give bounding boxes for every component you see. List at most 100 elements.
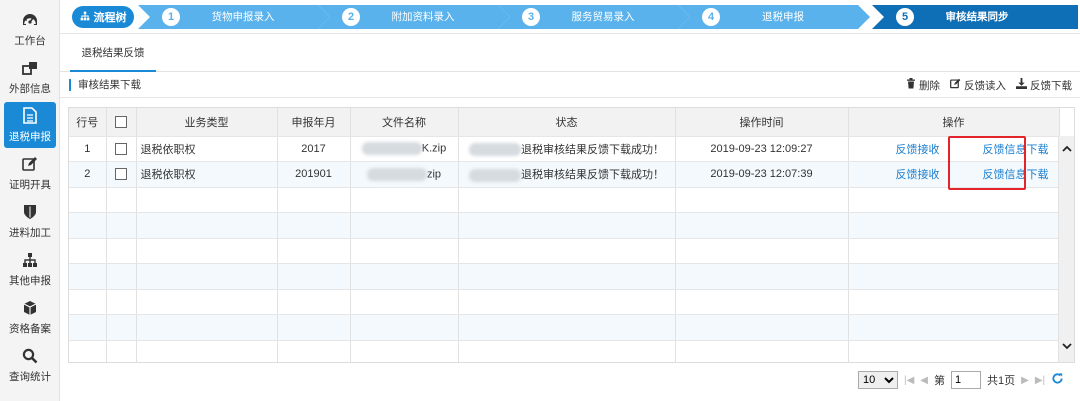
feedback-download-button[interactable]: 反馈下载 — [1016, 78, 1072, 93]
step-service-trade-entry[interactable]: 3 服务贸易录入 — [498, 5, 690, 29]
chevron-up-icon[interactable] — [1059, 140, 1074, 156]
redacted-file-name — [366, 167, 427, 181]
declare-period: 2017 — [277, 136, 351, 162]
select-all-checkbox[interactable] — [115, 115, 127, 128]
feedback-receive-link[interactable]: 反馈接收 — [896, 141, 940, 157]
shield-icon — [21, 203, 39, 221]
delete-button[interactable]: 删除 — [906, 78, 940, 93]
col-header-select-all — [106, 108, 137, 137]
step-goods-entry[interactable]: 1 货物申报录入 — [138, 5, 330, 29]
empty-row — [69, 212, 1060, 239]
file-name-suffix: K.zip — [421, 142, 447, 155]
col-header-status: 状态 — [458, 108, 676, 137]
table-scrollbar[interactable] — [1058, 136, 1074, 362]
sitemap-icon — [80, 11, 90, 24]
row-number: 2 — [69, 161, 107, 188]
step-label: 服务贸易录入 — [571, 11, 635, 23]
pagination: 10 |◀ ◀ 第 共1页 ▶ ▶| — [858, 370, 1064, 390]
first-page-icon[interactable]: |◀ — [904, 375, 914, 386]
status-text: 退税审核结果反馈下载成功！ — [521, 169, 664, 182]
sidebar-item-label: 其他申报 — [9, 274, 51, 287]
step-audit-result-sync[interactable]: 5 审核结果同步 — [872, 5, 1078, 29]
section-title: 审核结果下载 — [78, 79, 141, 91]
step-label: 货物申报录入 — [211, 11, 275, 23]
edit-icon — [21, 155, 39, 173]
prev-page-icon[interactable]: ◀ — [920, 375, 928, 386]
last-page-icon[interactable]: ▶| — [1035, 375, 1045, 386]
business-type: 退税依职权 — [136, 161, 278, 188]
redacted-file-name — [361, 142, 422, 156]
tab-bar: 退税结果反馈 — [60, 34, 1080, 72]
file-name-cell: K.zip — [350, 136, 459, 162]
page-prefix: 第 — [934, 375, 945, 387]
table-row[interactable]: 1 退税依职权 2017 K.zip 退税审核结果反馈下载成功！ 2019-09… — [69, 136, 1060, 162]
step-number: 3 — [522, 8, 540, 26]
sidebar-item-certificate[interactable]: 证明开具 — [4, 150, 56, 196]
sidebar: 工作台 外部信息 退税申报 证明开具 进料加工 其他申报 资格备案 查询统计 — [0, 0, 60, 401]
row-select-cell — [106, 136, 137, 162]
sidebar-item-processing[interactable]: 进料加工 — [4, 198, 56, 244]
row-checkbox[interactable] — [115, 168, 127, 181]
sidebar-item-label: 资格备案 — [9, 322, 51, 335]
flow-tree-button[interactable]: 流程树 — [72, 6, 134, 28]
declare-period: 201901 — [277, 161, 351, 188]
empty-row — [69, 238, 1060, 264]
sidebar-item-query[interactable]: 查询统计 — [4, 342, 56, 388]
feedback-download-label: 反馈下载 — [1030, 79, 1072, 92]
delete-label: 删除 — [919, 79, 940, 92]
row-checkbox[interactable] — [115, 142, 127, 155]
search-icon — [21, 347, 39, 365]
toolbar: 删除 反馈读入 反馈下载 — [906, 72, 1072, 98]
refresh-icon[interactable] — [1051, 372, 1064, 388]
col-header-business-type: 业务类型 — [136, 108, 278, 137]
col-header-operations: 操作 — [848, 108, 1060, 137]
step-label: 附加资料录入 — [391, 11, 455, 23]
step-tax-refund-declare[interactable]: 4 退税申报 — [678, 5, 870, 29]
col-header-row-number: 行号 — [69, 108, 107, 137]
redacted-status-prefix — [469, 143, 521, 157]
business-type: 退税依职权 — [136, 136, 278, 162]
row-select-cell — [106, 161, 137, 188]
feedback-read-button[interactable]: 反馈读入 — [950, 78, 1006, 93]
sidebar-item-label: 证明开具 — [9, 178, 51, 191]
flow-tree-label: 流程树 — [93, 12, 127, 24]
sidebar-item-label: 查询统计 — [9, 370, 51, 383]
sidebar-item-tax-refund[interactable]: 退税申报 — [4, 102, 56, 148]
table-row[interactable]: 2 退税依职权 201901 zip 退税审核结果反馈下载成功！ 2019-09… — [69, 161, 1060, 188]
empty-row — [69, 289, 1060, 315]
step-label: 审核结果同步 — [945, 11, 1009, 23]
step-attachment-entry[interactable]: 2 附加资料录入 — [318, 5, 510, 29]
empty-row — [69, 263, 1060, 290]
step-label: 退税申报 — [762, 11, 804, 23]
sidebar-item-label: 进料加工 — [9, 226, 51, 239]
step-number: 4 — [702, 8, 720, 26]
sidebar-item-external[interactable]: 外部信息 — [4, 54, 56, 100]
sidebar-item-qualification[interactable]: 资格备案 — [4, 294, 56, 340]
file-name-suffix: zip — [426, 168, 442, 181]
highlight-box — [948, 136, 1026, 190]
sidebar-item-dashboard[interactable]: 工作台 — [4, 6, 56, 52]
total-pages: 共1页 — [987, 375, 1016, 387]
document-icon — [21, 107, 39, 125]
next-page-icon[interactable]: ▶ — [1021, 375, 1029, 386]
feedback-read-label: 反馈读入 — [964, 79, 1006, 92]
empty-row — [69, 314, 1060, 341]
page-size-select[interactable]: 10 — [858, 371, 898, 389]
sitemap-icon — [21, 251, 39, 269]
file-name-cell: zip — [350, 161, 459, 188]
status-cell: 退税审核结果反馈下载成功！ — [458, 161, 676, 188]
row-number: 1 — [69, 136, 107, 162]
result-table: 行号 业务类型 申报年月 文件名称 状态 操作时间 操作 1 退税依职权 201… — [68, 107, 1075, 363]
status-text: 退税审核结果反馈下载成功！ — [521, 143, 664, 156]
col-header-period: 申报年月 — [277, 108, 351, 137]
cube-icon — [21, 299, 39, 317]
feedback-receive-link[interactable]: 反馈接收 — [896, 166, 940, 182]
chevron-down-icon[interactable] — [1059, 338, 1074, 354]
operation-time: 2019-09-23 12:09:27 — [675, 136, 849, 162]
sidebar-item-other[interactable]: 其他申报 — [4, 246, 56, 292]
page-number-input[interactable] — [951, 371, 981, 389]
empty-row — [69, 187, 1060, 213]
external-link-icon — [21, 59, 39, 77]
tab-tax-refund-feedback[interactable]: 退税结果反馈 — [70, 34, 156, 72]
operation-time: 2019-09-23 12:07:39 — [675, 161, 849, 188]
